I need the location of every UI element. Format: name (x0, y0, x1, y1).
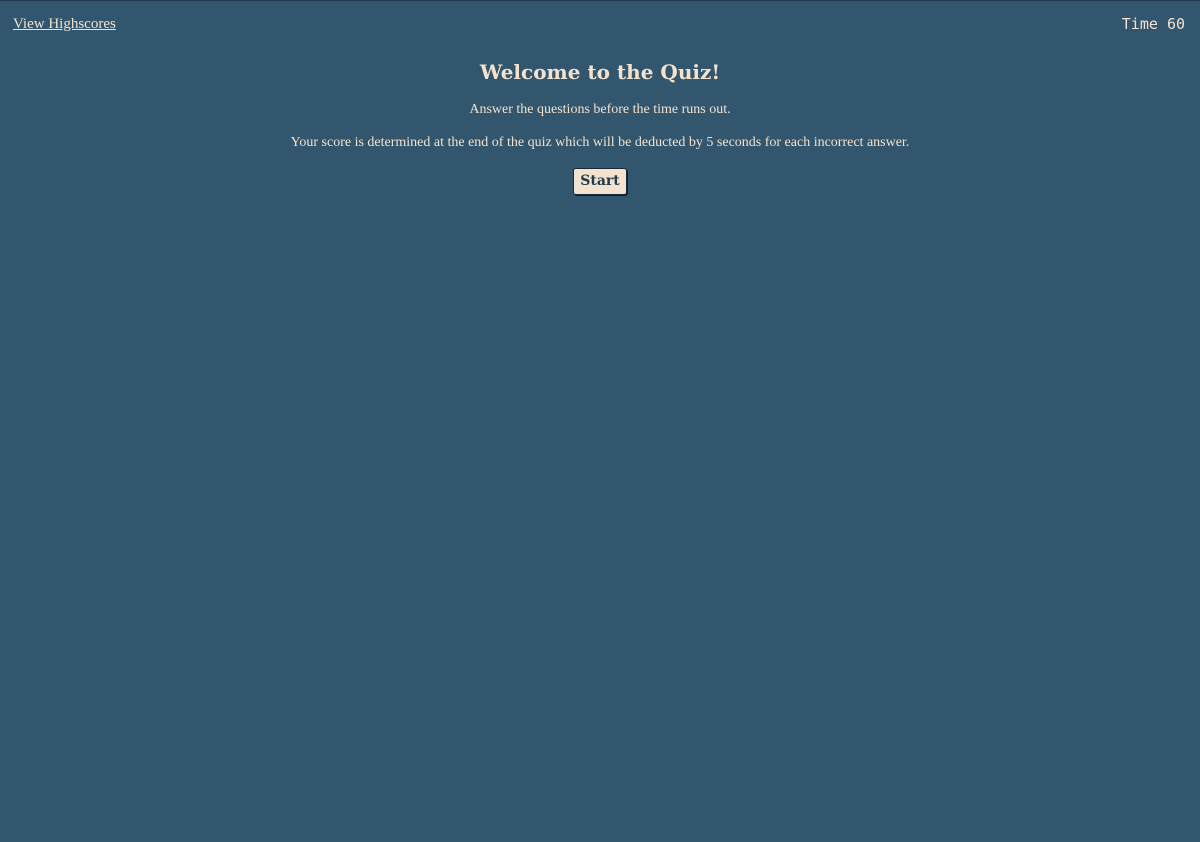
scoring-text: Your score is determined at the end of t… (290, 135, 910, 150)
timer: Time 60 (1122, 15, 1185, 33)
timer-label: Time (1121, 15, 1158, 33)
view-highscores-link[interactable]: View Highscores (13, 16, 116, 33)
quiz-intro: Welcome to the Quiz! Answer the question… (0, 59, 1200, 195)
instructions-text: Answer the questions before the time run… (469, 102, 731, 117)
timer-value: 60 (1166, 15, 1185, 33)
page-title: Welcome to the Quiz! (479, 60, 721, 84)
top-bar: View Highscores Time 60 (0, 1, 1200, 49)
start-button[interactable]: Start (573, 168, 627, 195)
